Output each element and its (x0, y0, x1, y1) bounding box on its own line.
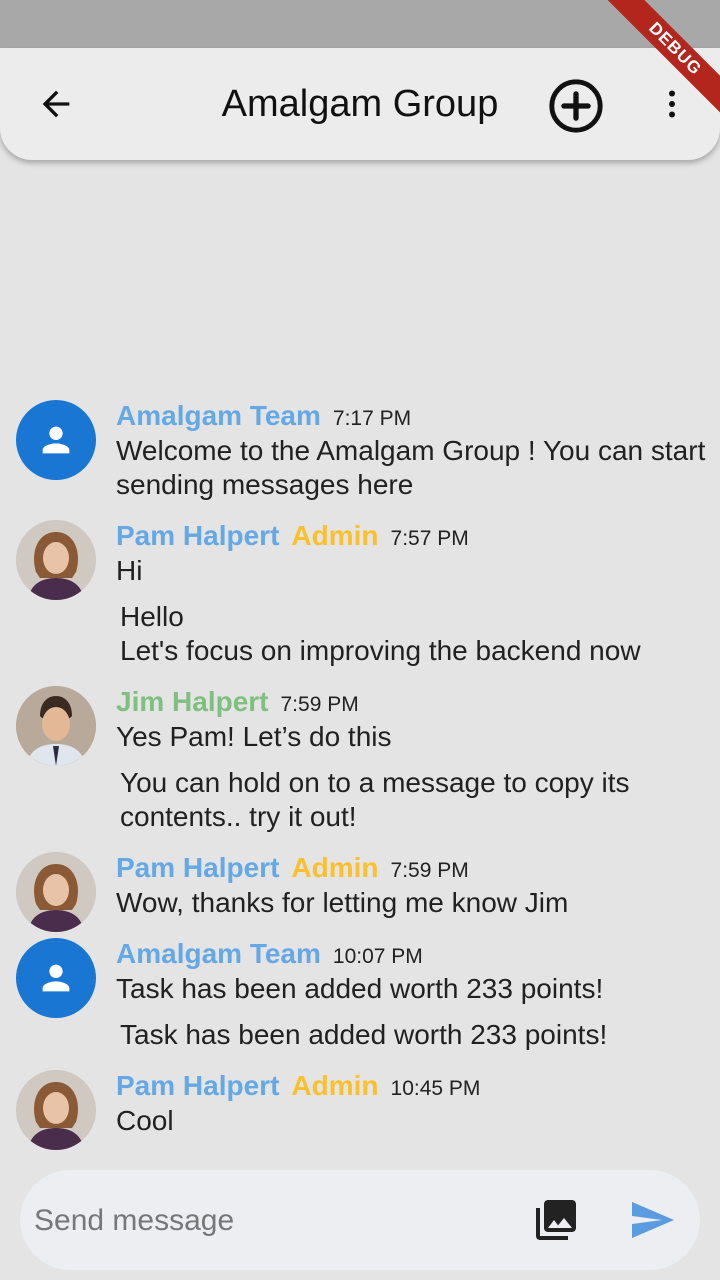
message-list[interactable]: Amalgam Team 7:17 PM Welcome to the Amalga… (0, 400, 720, 1156)
sender-name: Amalgam Team (116, 938, 321, 969)
person-icon[interactable] (16, 938, 96, 1018)
avatar[interactable] (16, 852, 96, 932)
message-time: 7:59 PM (280, 693, 359, 716)
back-button[interactable] (28, 76, 84, 132)
avatar[interactable] (16, 520, 96, 600)
message-row[interactable]: Pam Halpert Admin 10:45 PM Cool (0, 1070, 720, 1150)
app-bar: Amalgam Group (0, 48, 720, 160)
message-text[interactable]: Hello Let's focus on improving the backe… (116, 600, 720, 668)
sender-name: Pam Halpert (116, 1070, 280, 1101)
message-header: Pam Halpert Admin 7:59 PM (116, 852, 720, 886)
message-time: 7:59 PM (390, 859, 469, 882)
photo-library-icon (536, 1200, 576, 1240)
attach-image-button[interactable] (528, 1194, 584, 1246)
message-header: Jim Halpert 7:59 PM (116, 686, 720, 720)
message-text[interactable]: Hi (116, 554, 720, 588)
sender-name: Jim Halpert (116, 686, 269, 717)
message-time: 10:45 PM (390, 1077, 481, 1100)
sender-name: Pam Halpert (116, 520, 280, 551)
message-text[interactable]: Cool (116, 1104, 720, 1138)
message-header: Amalgam Team 10:07 PM (116, 938, 720, 972)
admin-badge: Admin (291, 1070, 379, 1101)
admin-badge: Admin (291, 852, 379, 883)
more-vert-icon (669, 90, 675, 118)
message-text[interactable]: Wow, thanks for letting me know Jim (116, 886, 720, 920)
message-text[interactable]: Task has been added worth 233 points! (116, 972, 720, 1006)
status-bar (0, 0, 720, 48)
message-text[interactable]: Task has been added worth 233 points! (116, 1018, 720, 1052)
message-time: 7:57 PM (390, 527, 469, 550)
avatar[interactable] (16, 1070, 96, 1150)
message-header: Pam Halpert Admin 7:57 PM (116, 520, 720, 554)
message-input[interactable] (32, 1196, 516, 1246)
sender-name: Amalgam Team (116, 400, 321, 431)
add-circle-icon (549, 79, 603, 133)
avatar[interactable] (16, 686, 96, 766)
message-row[interactable]: Amalgam Team 7:17 PM Welcome to the Amalga… (0, 400, 720, 502)
message-row[interactable]: Amalgam Team 10:07 PM Task has been added … (0, 938, 720, 1052)
message-composer (20, 1170, 700, 1270)
message-header: Amalgam Team 7:17 PM (116, 400, 720, 434)
message-row[interactable]: Jim Halpert 7:59 PM Yes Pam! Let’s do this… (0, 686, 720, 834)
message-row[interactable]: Pam Halpert Admin 7:57 PM Hi Hello Let's foc… (0, 520, 720, 668)
sender-name: Pam Halpert (116, 852, 280, 883)
send-icon (632, 1202, 674, 1238)
message-text[interactable]: Yes Pam! Let’s do this (116, 720, 720, 754)
message-row[interactable]: Pam Halpert Admin 7:59 PM Wow, thanks for l… (0, 852, 720, 932)
message-time: 10:07 PM (332, 945, 423, 968)
add-member-button[interactable] (546, 76, 606, 136)
arrow-back-icon (42, 90, 70, 118)
message-time: 7:17 PM (332, 407, 412, 430)
send-button[interactable] (624, 1194, 680, 1246)
admin-badge: Admin (291, 520, 379, 551)
message-header: Pam Halpert Admin 10:45 PM (116, 1070, 720, 1104)
person-icon[interactable] (16, 400, 96, 480)
message-text[interactable]: You can hold on to a message to copy its… (116, 766, 720, 834)
message-text[interactable]: Welcome to the Amalgam Group ! You can s… (116, 434, 720, 502)
page-title: Amalgam Group (221, 83, 499, 125)
more-options-button[interactable] (650, 82, 694, 126)
